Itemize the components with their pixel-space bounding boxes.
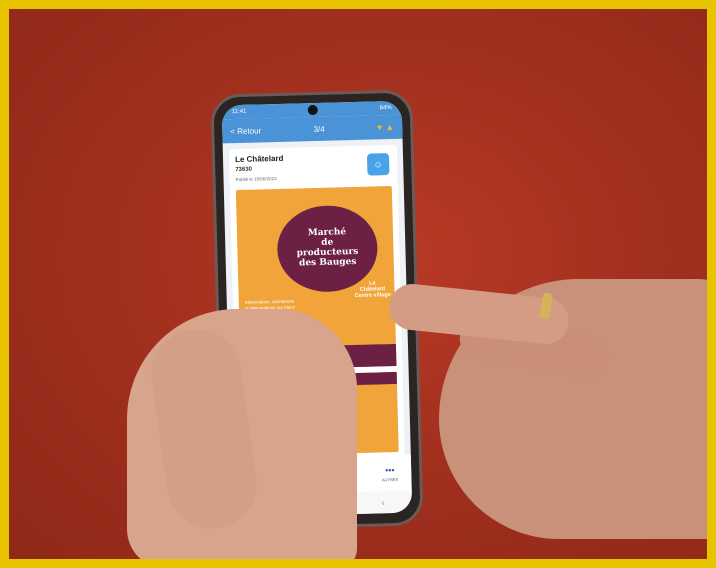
bell-icon[interactable]: ▲ xyxy=(385,122,394,132)
share-button[interactable]: ☺ xyxy=(366,153,390,176)
poster-title-line: des Bauges xyxy=(298,256,357,269)
topbar-actions: ♥ ▲ xyxy=(377,122,395,132)
pager-indicator: 3/4 xyxy=(313,124,325,134)
nav-more[interactable]: ••• AUTRES xyxy=(381,464,399,482)
back-icon[interactable]: ‹ xyxy=(382,498,385,507)
more-icon: ••• xyxy=(384,464,395,475)
back-button[interactable]: < Retour xyxy=(230,126,261,136)
status-time: 11:41 xyxy=(231,108,247,116)
photo: 11:41 84% < Retour 3/4 ♥ ▲ Le Châtelard … xyxy=(9,9,707,559)
nav-label: AUTRES xyxy=(381,476,399,482)
status-battery: 84% xyxy=(379,104,392,112)
top-bar: < Retour 3/4 ♥ ▲ xyxy=(221,114,403,144)
heart-icon[interactable]: ♥ xyxy=(377,122,383,132)
chat-icon: ☺ xyxy=(373,159,383,170)
poster-title: Marché de producteurs des Bauges xyxy=(276,204,379,294)
camera-notch xyxy=(307,104,319,116)
